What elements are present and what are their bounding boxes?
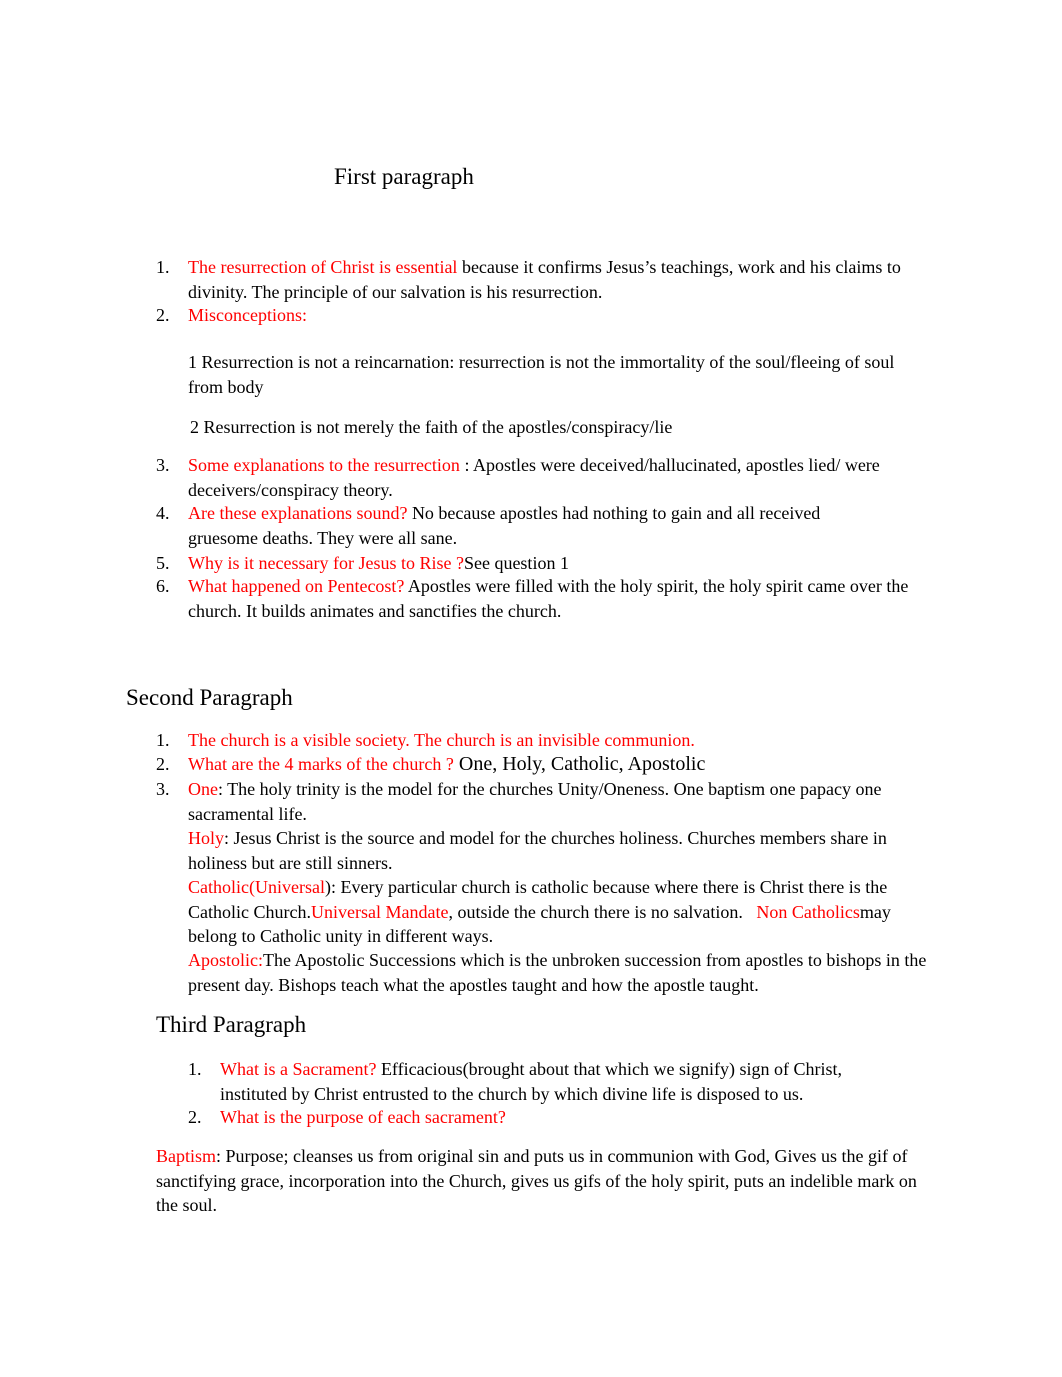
mark-label-one: One [188, 779, 218, 799]
list-item: 3. Some explanations to the resurrection… [156, 455, 880, 500]
question: What is a Sacrament? [220, 1059, 377, 1079]
question: Why is it necessary for Jesus to Rise ? [188, 553, 464, 573]
question: The resurrection of Christ is essential [188, 257, 458, 277]
mark-label-apostolic: Apostolic: [188, 950, 263, 970]
mark-holy: Holy: Jesus Christ is the source and mod… [188, 828, 887, 873]
mark-label-holy: Holy [188, 828, 224, 848]
baptism-label: Baptism [156, 1146, 217, 1166]
list-item: 1. The church is a visible society. The … [156, 730, 695, 750]
list-item: 4. Are these explanations sound? No beca… [156, 503, 821, 548]
misconception-2: 2 Resurrection is not merely the faith o… [190, 417, 673, 437]
list-item: 1. The resurrection of Christ is essenti… [156, 257, 901, 302]
universal-mandate-label: Universal Mandate [310, 901, 449, 922]
heading-third-paragraph: Third Paragraph [156, 1012, 307, 1037]
question: Misconceptions: [188, 305, 307, 325]
heading-first-paragraph: First paragraph [334, 164, 474, 189]
list-item: 1. What is a Sacrament? Efficacious(brou… [188, 1059, 843, 1104]
list-item: 2. What is the purpose of each sacrament… [188, 1107, 506, 1127]
answer: One, Holy, Catholic, Apostolic [453, 753, 706, 775]
mark-apostolic: Apostolic:The Apostolic Successions whic… [188, 950, 927, 995]
question: The church is a visible society. The chu… [188, 730, 695, 750]
mark-catholic: Catholic(Universal): Every particular ch… [188, 877, 891, 946]
question: Are these explanations sound? [188, 503, 408, 523]
mark-label-catholic: Catholic(Universal [188, 877, 325, 897]
question: What is the purpose of each sacrament? [220, 1107, 506, 1127]
misconception-1: 1 Resurrection is not a reincarnation: r… [188, 352, 895, 397]
list-item: 2. What are the 4 marks of the church ? … [156, 753, 706, 775]
list-item: 2. Misconceptions: [156, 305, 307, 325]
question: Some explanations to the resurrection [188, 455, 460, 475]
answer: : The holy trinity is the model for the … [188, 779, 882, 824]
non-catholics-label: Non Catholics [756, 901, 860, 922]
question: What happened on Pentecost? [188, 576, 405, 596]
list-item: 5. Why is it necessary for Jesus to Rise… [156, 553, 569, 573]
list-item: 3. One: The holy trinity is the model fo… [156, 779, 882, 824]
list-item: 6. What happened on Pentecost? Apostles … [156, 576, 909, 621]
question: What are the 4 marks of the church ? [188, 754, 454, 774]
baptism-paragraph: Baptism: Purpose; cleanses us from origi… [156, 1146, 917, 1215]
heading-second-paragraph: Second Paragraph [126, 685, 293, 710]
answer: See question 1 [463, 553, 569, 573]
